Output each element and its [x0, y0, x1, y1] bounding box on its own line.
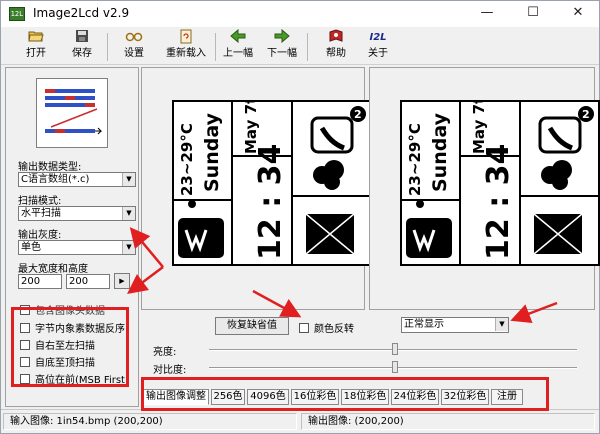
annotation-arrows	[127, 227, 558, 324]
app-window: 12L Image2Lcd v2.9 — ☐ ✕ 打开 保存 设置 重新载入 上…	[0, 0, 600, 434]
arrow-to-display-mode	[510, 301, 558, 324]
arrow-to-invert-color	[252, 289, 302, 318]
arrow-to-header-option	[127, 266, 164, 294]
arrow-to-gray-select	[129, 227, 164, 268]
